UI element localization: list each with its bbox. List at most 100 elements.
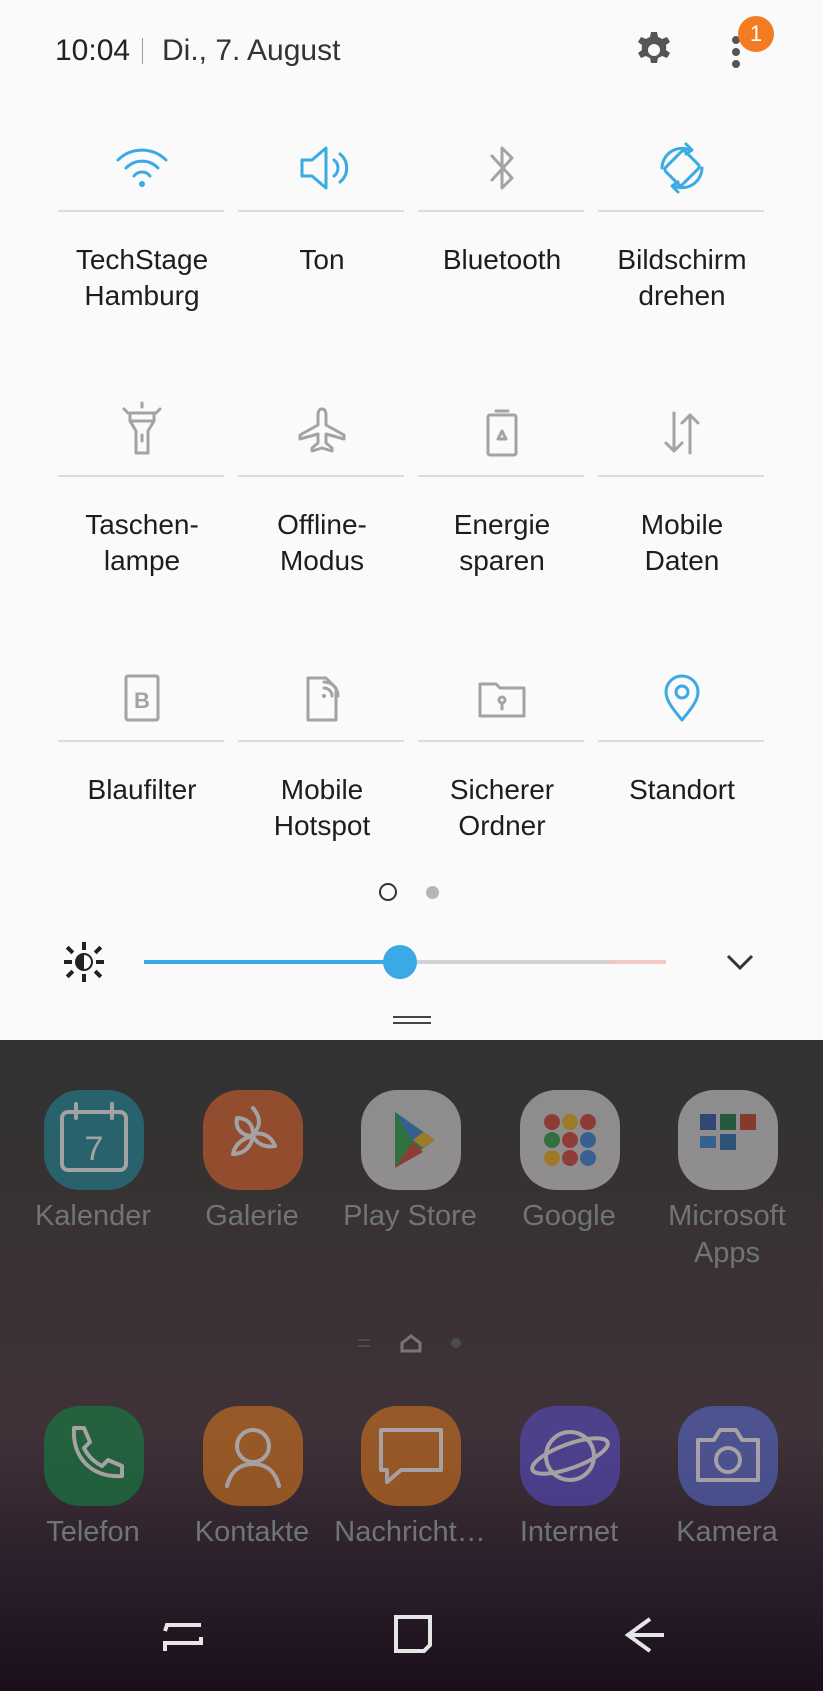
settings-button[interactable]	[630, 26, 678, 74]
tile-divider	[598, 210, 764, 212]
navigation-bar	[0, 1585, 823, 1691]
airplane-icon	[298, 407, 346, 453]
tile-icon-wrap	[102, 128, 182, 208]
quick-tile-hotspot[interactable]: Mobile Hotspot	[232, 640, 412, 880]
tile-divider	[238, 210, 404, 212]
slider-thumb[interactable]	[382, 945, 417, 979]
app-icon-tile	[678, 1090, 778, 1190]
camera-icon	[696, 1428, 760, 1482]
tile-icon-wrap	[642, 658, 722, 738]
app-icon-tile: 7	[44, 1090, 144, 1190]
calendar-icon: 7	[60, 1102, 128, 1172]
app-icon-tile	[520, 1406, 620, 1506]
tile-icon-wrap: B	[102, 658, 182, 738]
app-calendar[interactable]: 7 Kalender	[18, 1040, 168, 1240]
app-contacts[interactable]: Kontakte	[177, 1356, 327, 1556]
back-button[interactable]	[614, 1605, 674, 1665]
app-label: Play Store	[343, 1200, 477, 1232]
secure-folder-icon	[478, 682, 526, 718]
tile-icon-wrap	[282, 128, 362, 208]
contacts-icon	[225, 1428, 281, 1488]
wifi-icon	[116, 148, 168, 187]
home-square-icon	[394, 1615, 432, 1653]
quick-tile-flashlight[interactable]: Taschen- lampe	[52, 375, 232, 615]
expand-button[interactable]	[720, 942, 760, 982]
status-bar: 10:04 Di., 7. August 1	[0, 0, 823, 104]
app-gallery[interactable]: Galerie	[177, 1040, 327, 1240]
hotspot-icon	[306, 676, 340, 722]
gallery-icon	[231, 1106, 277, 1156]
gear-icon	[638, 32, 670, 63]
tile-icon-wrap	[462, 658, 542, 738]
page-indicator	[0, 880, 823, 904]
svg-text:7: 7	[85, 1130, 104, 1168]
speaker-icon	[300, 146, 349, 190]
app-label: Kontakte	[194, 1516, 310, 1548]
app-icon-tile	[361, 1406, 461, 1506]
date: Di., 7. August	[162, 34, 341, 67]
tile-label: Bluetooth	[442, 244, 562, 275]
tile-divider	[418, 740, 584, 742]
app-icon-tile	[44, 1406, 144, 1506]
tile-icon-wrap	[102, 393, 182, 473]
drag-handle[interactable]	[393, 1016, 431, 1026]
app-microsoft-folder[interactable]: Microsoft Apps	[652, 1040, 802, 1269]
app-label: Nachricht…	[334, 1516, 486, 1548]
slider-high-range	[610, 960, 666, 964]
tile-label: Bildschirm drehen	[617, 244, 747, 311]
quick-tile-location[interactable]: Standort	[592, 640, 772, 880]
app-camera[interactable]: Kamera	[652, 1356, 802, 1556]
quick-tile-airplane[interactable]: Offline- Modus	[232, 375, 412, 615]
app-label: Microsoft Apps	[668, 1200, 786, 1269]
tile-icon-wrap	[462, 393, 542, 473]
recents-button[interactable]	[153, 1605, 213, 1665]
app-label: Kamera	[676, 1516, 778, 1548]
app-messages[interactable]: Nachricht…	[334, 1356, 486, 1556]
quick-tile-secure-folder[interactable]: Sicherer Ordner	[412, 640, 592, 880]
quick-tile-bluetooth[interactable]: Bluetooth	[412, 110, 592, 350]
page-dot-next[interactable]	[426, 886, 439, 899]
tile-icon-wrap	[282, 393, 362, 473]
app-icon-tile	[361, 1090, 461, 1190]
quick-tile-mobile-data[interactable]: Mobile Daten	[592, 375, 772, 615]
quick-panel: 10:04 Di., 7. August 1 TechStage Hamburg…	[0, 0, 823, 1040]
mobile-data-icon	[664, 411, 700, 455]
chevron-down-icon	[726, 954, 754, 971]
quick-tile-speaker[interactable]: Ton	[232, 110, 412, 350]
home-page-indicator	[356, 1333, 466, 1353]
tile-divider	[598, 740, 764, 742]
clock: 10:04	[55, 34, 131, 67]
tile-label: Energie sparen	[453, 509, 551, 576]
page-dot-current[interactable]	[379, 883, 397, 901]
bluetooth-icon	[490, 146, 514, 190]
tile-icon-wrap	[282, 658, 362, 738]
play-store-icon	[395, 1112, 435, 1168]
app-icon-tile	[678, 1406, 778, 1506]
tile-divider	[238, 740, 404, 742]
quick-tile-blue-filter[interactable]: B Blaufilter	[52, 640, 232, 880]
quick-tile-wifi[interactable]: TechStage Hamburg	[52, 110, 232, 350]
app-label: Internet	[519, 1516, 619, 1548]
back-arrow-icon	[624, 1617, 664, 1653]
tile-divider	[58, 475, 224, 477]
brightness-slider[interactable]	[144, 945, 666, 979]
tile-label: Taschen- lampe	[85, 509, 199, 576]
slider-fill	[144, 960, 400, 964]
quick-tile-rotate[interactable]: Bildschirm drehen	[592, 110, 772, 350]
recents-icon	[163, 1623, 203, 1651]
notification-badge: 1	[738, 16, 774, 52]
app-internet[interactable]: Internet	[494, 1356, 644, 1556]
app-google-folder[interactable]: Google	[494, 1040, 644, 1240]
quick-tile-battery-saver[interactable]: Energie sparen	[412, 375, 592, 615]
tile-divider	[58, 740, 224, 742]
app-phone[interactable]: Telefon	[18, 1356, 168, 1556]
tile-label: Mobile Daten	[640, 509, 724, 576]
tile-icon-wrap	[642, 128, 722, 208]
tile-icon-wrap	[462, 128, 542, 208]
rotate-icon	[660, 142, 704, 194]
microsoft-folder-icon	[700, 1114, 756, 1150]
home-button[interactable]	[382, 1605, 442, 1665]
app-play-store[interactable]: Play Store	[335, 1040, 485, 1240]
battery-saver-icon	[486, 409, 518, 457]
app-label: Telefon	[46, 1516, 140, 1548]
